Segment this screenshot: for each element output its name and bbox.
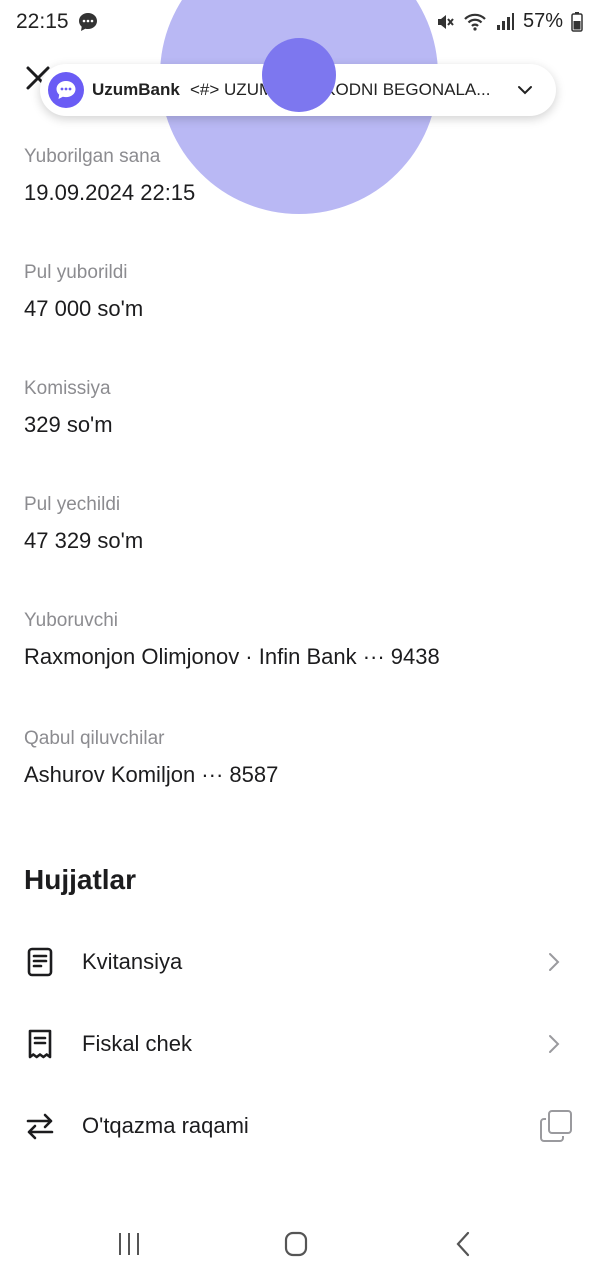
battery-icon xyxy=(571,11,583,32)
field-value: Raxmonjon Olimjonov · Infin Bank ··· 943… xyxy=(24,644,440,669)
document-row-transfer-number[interactable]: O'tqazma raqami xyxy=(0,1096,597,1156)
recent-apps-icon[interactable] xyxy=(117,1230,141,1258)
field-value: 47 329 so'm xyxy=(24,528,144,553)
document-label: O'tqazma raqami xyxy=(82,1113,249,1138)
wifi-icon xyxy=(464,13,486,31)
field-label: Pul yechildi xyxy=(24,494,121,515)
field-sender: Yuboruvchi Raxmonjon Olimjonov · Infin B… xyxy=(24,610,440,670)
field-label: Yuboruvchi xyxy=(24,610,119,631)
fiscal-receipt-icon xyxy=(28,1029,52,1059)
mute-icon xyxy=(437,14,454,29)
notification-app-name: UzumBank xyxy=(92,80,180,99)
notification-text: <#> UZUMBANK KODNI BEGONALA... xyxy=(190,80,491,99)
signal-icon xyxy=(496,12,514,30)
battery-percent: 57% xyxy=(522,10,563,32)
system-nav-bar xyxy=(0,1212,597,1280)
messages-app-icon xyxy=(48,72,84,108)
field-label: Yuborilgan sana xyxy=(24,146,161,167)
document-row-fiscal[interactable]: Fiskal chek xyxy=(0,1014,597,1074)
field-sent-date: Yuborilgan sana 19.09.2024 22:15 xyxy=(24,146,195,206)
field-value: Ashurov Komiljon ··· 8587 xyxy=(24,762,279,787)
field-label: Qabul qiluvchilar xyxy=(24,728,165,749)
field-value: 47 000 so'm xyxy=(24,296,144,321)
transfer-arrows-icon xyxy=(26,1113,54,1140)
field-label: Komissiya xyxy=(24,378,111,399)
chevron-right-icon xyxy=(549,953,560,971)
status-time: 22:15 xyxy=(16,10,69,33)
message-icon xyxy=(79,13,97,31)
chevron-down-icon[interactable] xyxy=(516,81,534,99)
field-value: 19.09.2024 22:15 xyxy=(24,180,196,205)
back-icon[interactable] xyxy=(454,1230,474,1258)
document-row-receipt[interactable]: Kvitansiya xyxy=(0,932,597,992)
document-label: Kvitansiya xyxy=(82,949,183,974)
document-label: Fiskal chek xyxy=(82,1031,193,1056)
field-commission: Komissiya 329 so'm xyxy=(24,378,113,438)
field-value: 329 so'm xyxy=(24,412,113,437)
chevron-right-icon xyxy=(549,1035,560,1053)
home-icon[interactable] xyxy=(283,1230,309,1258)
documents-title: Hujjatlar xyxy=(24,864,137,895)
field-recipients: Qabul qiluvchilar Ashurov Komiljon ··· 8… xyxy=(24,728,278,788)
copy-icon[interactable] xyxy=(538,1108,574,1144)
field-amount-sent: Pul yuborildi 47 000 so'm xyxy=(24,262,143,322)
field-label: Pul yuborildi xyxy=(24,262,128,283)
receipt-document-icon xyxy=(27,947,53,977)
touch-indicator-center xyxy=(262,38,336,112)
field-amount-withdrawn: Pul yechildi 47 329 so'm xyxy=(24,494,143,554)
